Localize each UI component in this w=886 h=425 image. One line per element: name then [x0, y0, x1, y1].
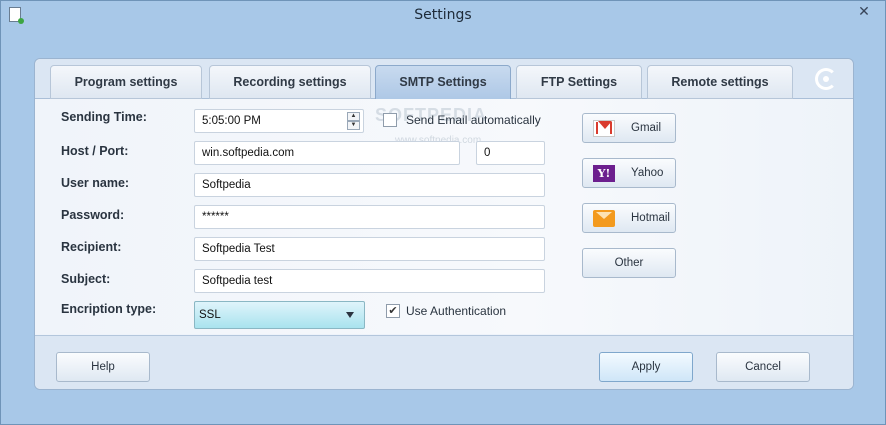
- recipient-input[interactable]: Softpedia Test: [194, 237, 545, 261]
- port-input[interactable]: 0: [476, 141, 545, 165]
- hotmail-icon: [593, 210, 615, 227]
- host-input[interactable]: win.softpedia.com: [194, 141, 460, 165]
- smtp-form: SOFTPEDIA www.softpedia.com Sending Time…: [35, 99, 853, 334]
- spin-up-icon[interactable]: ▲: [347, 112, 360, 121]
- gmail-label: Gmail: [631, 122, 662, 134]
- password-label: Password:: [61, 208, 125, 222]
- hotmail-label: Hotmail: [631, 212, 670, 224]
- username-label: User name:: [61, 176, 130, 190]
- sending-time-label: Sending Time:: [61, 110, 147, 124]
- recipient-label: Recipient:: [61, 240, 122, 254]
- send-auto-label: Send Email automatically: [406, 113, 541, 127]
- settings-window: Settings ✕ Program settings Recording se…: [0, 0, 886, 425]
- spin-down-icon[interactable]: ▼: [347, 121, 360, 130]
- encryption-label: Encription type:: [61, 302, 157, 316]
- tab-smtp-settings[interactable]: SMTP Settings: [375, 65, 511, 100]
- send-auto-checkbox[interactable]: [383, 113, 397, 127]
- close-button[interactable]: ✕: [849, 1, 879, 21]
- subject-label: Subject:: [61, 272, 111, 286]
- dialog-footer: Help Apply Cancel: [35, 335, 853, 389]
- dropdown-arrow-icon: [346, 312, 354, 318]
- tab-ftp-settings[interactable]: FTP Settings: [516, 65, 642, 99]
- refresh-icon[interactable]: [815, 68, 837, 90]
- sending-time-field[interactable]: 5:05:00 PM ▲ ▼: [194, 109, 364, 133]
- yahoo-icon: Y!: [593, 165, 615, 182]
- apply-button[interactable]: Apply: [599, 352, 693, 382]
- time-spinner[interactable]: ▲ ▼: [347, 112, 360, 130]
- yahoo-label: Yahoo: [631, 167, 664, 179]
- yahoo-button[interactable]: Y! Yahoo: [582, 158, 676, 188]
- host-port-label: Host / Port:: [61, 144, 129, 158]
- use-auth-label: Use Authentication: [406, 304, 507, 318]
- title-bar[interactable]: Settings ✕: [1, 1, 885, 31]
- subject-input[interactable]: Softpedia test: [194, 269, 545, 293]
- use-auth-checkbox[interactable]: ✔: [386, 304, 400, 318]
- settings-panel: Program settings Recording settings SMTP…: [34, 58, 854, 390]
- window-title: Settings: [414, 7, 472, 23]
- other-button[interactable]: Other: [582, 248, 676, 278]
- tab-recording-settings[interactable]: Recording settings: [209, 65, 371, 99]
- sending-time-value: 5:05:00 PM: [202, 115, 261, 127]
- encryption-select[interactable]: SSL: [194, 301, 365, 329]
- hotmail-button[interactable]: Hotmail: [582, 203, 676, 233]
- username-input[interactable]: Softpedia: [194, 173, 545, 197]
- tab-program-settings[interactable]: Program settings: [50, 65, 202, 99]
- gmail-icon: [593, 120, 615, 137]
- gmail-button[interactable]: Gmail: [582, 113, 676, 143]
- encryption-value: SSL: [199, 309, 221, 321]
- tab-bar: Program settings Recording settings SMTP…: [35, 59, 853, 100]
- other-label: Other: [614, 257, 644, 269]
- cancel-button[interactable]: Cancel: [716, 352, 810, 382]
- password-input[interactable]: ******: [194, 205, 545, 229]
- help-button[interactable]: Help: [56, 352, 150, 382]
- tab-remote-settings[interactable]: Remote settings: [647, 65, 793, 99]
